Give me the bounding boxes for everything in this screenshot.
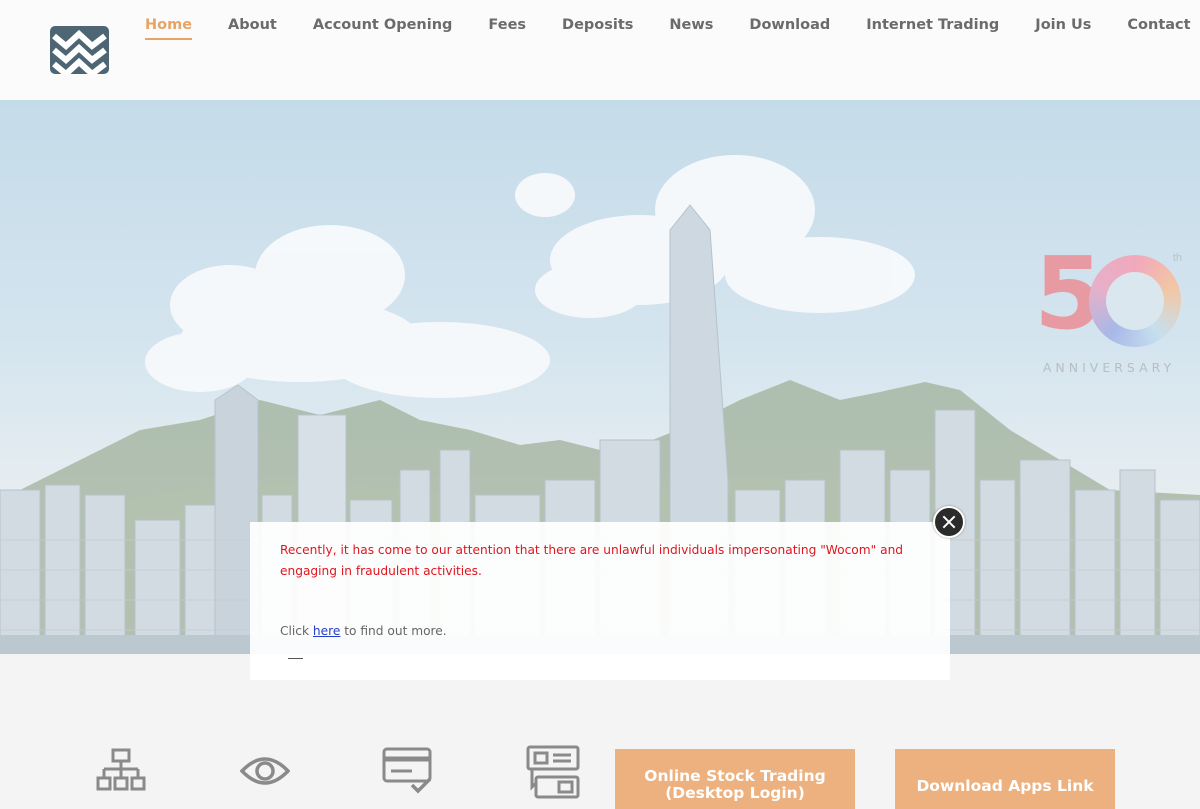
- nav-internet-trading[interactable]: Internet Trading: [866, 16, 999, 40]
- anniversary-ring: [1089, 255, 1181, 347]
- anniversary-superscript: th: [1172, 252, 1182, 264]
- site-header: Home About Account Opening Fees Deposits…: [0, 0, 1200, 100]
- anniversary-badge: 5 th ANNIVERSARY: [1034, 244, 1184, 376]
- wocom-logo[interactable]: [50, 26, 109, 74]
- nav-join-us[interactable]: Join Us: [1035, 16, 1091, 40]
- find-out-more-prefix: Click: [280, 624, 310, 638]
- anniversary-number: 5 th: [1034, 244, 1184, 352]
- credit-card-check-icon[interactable]: [382, 745, 434, 802]
- nav-download[interactable]: Download: [749, 16, 830, 40]
- nav-account-opening[interactable]: Account Opening: [313, 16, 453, 40]
- fraud-notice-popup: Recently, it has come to our attention t…: [250, 522, 950, 680]
- nav-contact[interactable]: Contact: [1127, 16, 1190, 40]
- download-apps-button[interactable]: Download Apps Link: [895, 749, 1115, 809]
- main-nav: Home About Account Opening Fees Deposits…: [145, 16, 1191, 40]
- desktop-login-label: (Desktop Login): [665, 784, 805, 802]
- popup-divider: [288, 658, 303, 659]
- nav-news[interactable]: News: [669, 16, 713, 40]
- eye-icon[interactable]: [239, 745, 291, 800]
- nav-fees[interactable]: Fees: [488, 16, 526, 40]
- online-trading-label: Online Stock Trading: [644, 767, 826, 785]
- sitemap-icon[interactable]: [96, 745, 146, 800]
- anniversary-label: ANNIVERSARY: [1042, 360, 1176, 375]
- fraud-alert-text: Recently, it has come to our attention t…: [280, 543, 904, 578]
- close-popup-button[interactable]: [933, 506, 965, 538]
- find-out-more-text: Click here to find out more.: [280, 624, 447, 638]
- nav-deposits[interactable]: Deposits: [562, 16, 633, 40]
- find-out-more-link[interactable]: here: [313, 624, 340, 638]
- nav-about[interactable]: About: [228, 16, 277, 40]
- online-stock-trading-button[interactable]: Online Stock Trading (Desktop Login): [615, 749, 855, 809]
- nav-home[interactable]: Home: [145, 16, 193, 40]
- find-out-more-suffix: to find out more.: [344, 624, 447, 638]
- transfer-icon[interactable]: [526, 745, 580, 804]
